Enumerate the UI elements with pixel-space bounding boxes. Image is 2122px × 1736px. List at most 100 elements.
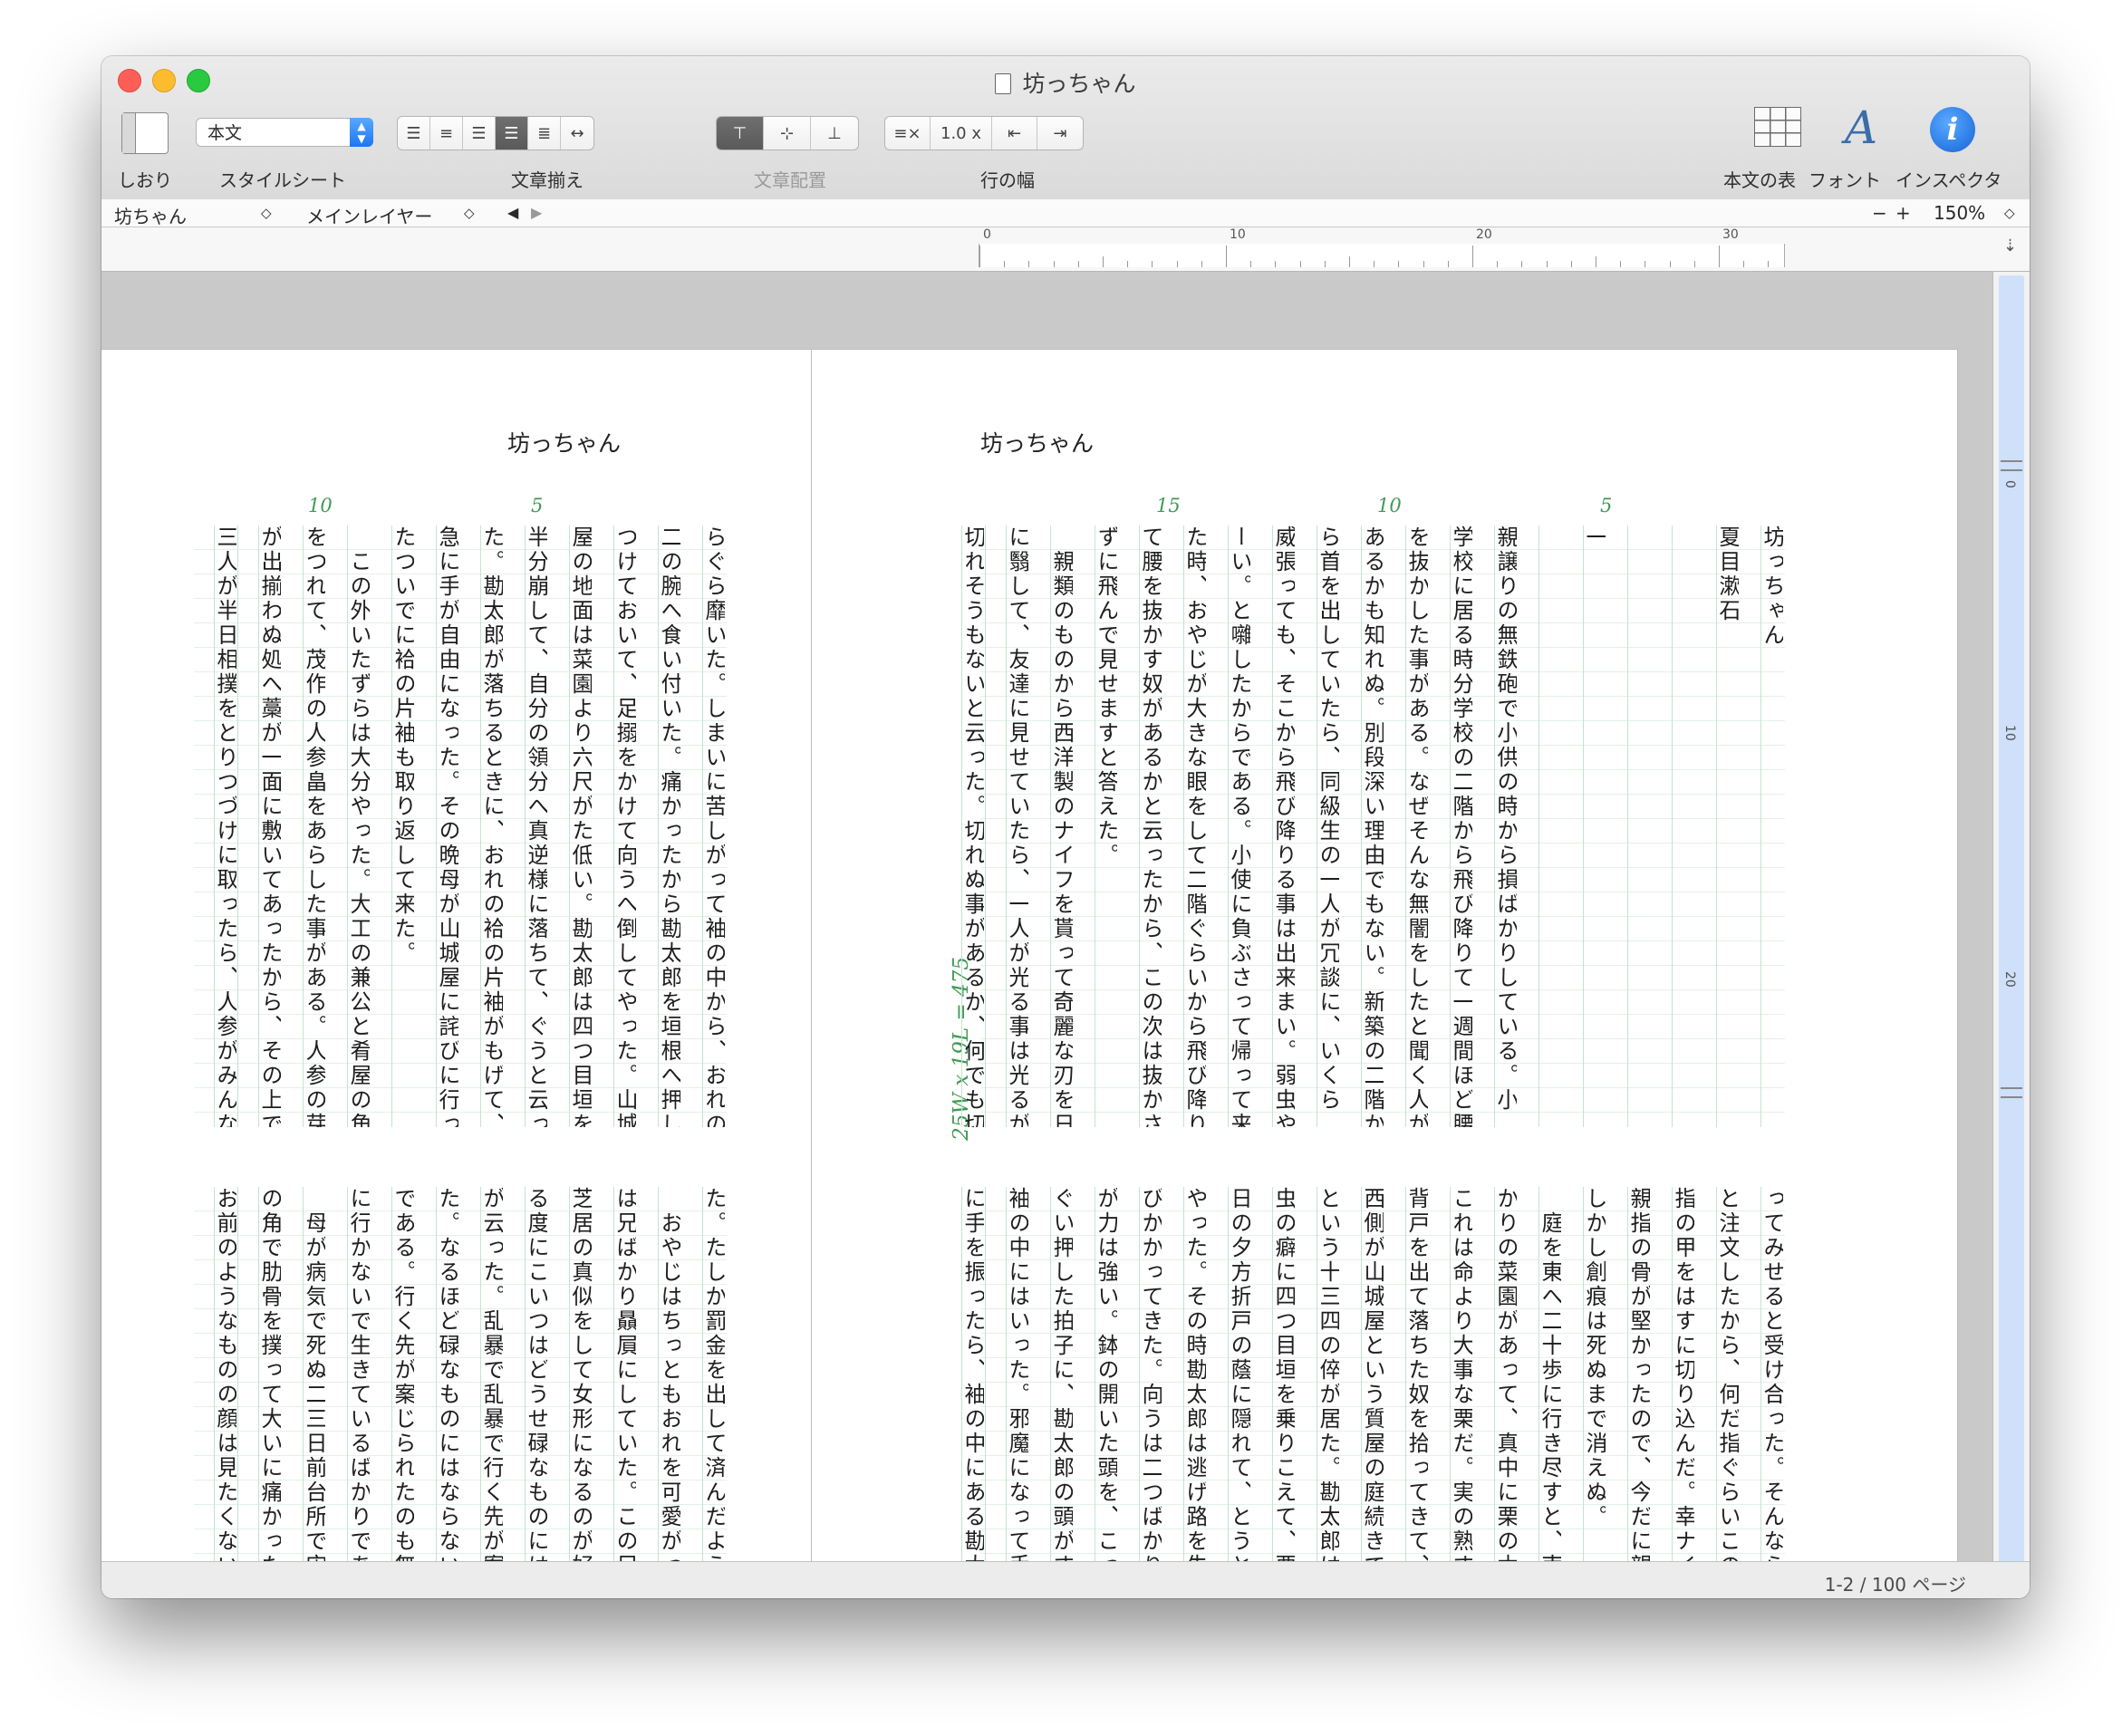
text-block-bottom[interactable]: た。たしか罰金を出して済んだようであ おやじはちっともおれを可愛がってく は兄ばか… xyxy=(194,1187,727,1598)
app-window: 坊っちゃん しおり 本文 ▲ ▼ スタイルシート ☰ ≡ ☰ ☰ ≣ ↔ 文章揃え… xyxy=(101,56,2030,1598)
zoom-level[interactable]: 150% xyxy=(1934,202,1985,224)
text-column: 親類のものから西洋製のナイフを貰って奇麗な刃を日 xyxy=(1050,526,1075,1127)
text-column: 威張っても、そこから飛び降りる事は出来まい。弱虫や xyxy=(1272,526,1297,1127)
document-selector[interactable]: 坊ちゃん xyxy=(114,202,187,228)
text-column: 切れそうもないと云った。切れぬ事があるか、何でも切 xyxy=(961,526,986,1127)
align-distribute-icon[interactable]: ↔ xyxy=(561,117,593,149)
column-text: 切れそうもないと云った。切れぬ事があるか、何でも切 xyxy=(962,526,984,1127)
align-justify-icon[interactable]: ☰ xyxy=(496,117,528,149)
text-block-bottom[interactable]: ってみせると受け合った。そんなら君の と注文したから、何だ指ぐらいこの通り 指の甲を… xyxy=(961,1187,1785,1598)
prev-page-icon[interactable]: ◀ xyxy=(507,204,518,221)
text-column: 坊っちゃん xyxy=(1760,526,1785,1127)
ruler-tick xyxy=(1324,261,1326,267)
column-text: に翳して、友達に見せていたら、一人が光る事は光るが xyxy=(1007,526,1028,1127)
text-column: に翳して、友達に見せていたら、一人が光る事は光るが xyxy=(1006,526,1030,1127)
line-width-control[interactable]: ≡× 1.0 x ⇤ ⇥ xyxy=(884,116,1084,150)
line-spacing-value[interactable]: 1.0 x xyxy=(931,117,992,149)
text-column: が云った。乱暴で乱暴で行く先が案じら xyxy=(480,1187,505,1598)
text-column: あるかも知れぬ。別段深い理由でもない。新築の二階か xyxy=(1361,526,1385,1127)
line-indent-icon[interactable]: ⇤ xyxy=(992,117,1037,149)
text-column xyxy=(1672,526,1696,1127)
column-text: た時、おやじが大きな眼をして二階ぐらいから飛び降り xyxy=(1184,526,1206,1127)
info-icon: i xyxy=(1930,107,1975,152)
text-block-top[interactable]: 坊っちゃん 夏目漱石 一 親譲りの無鉄砲で小供の時から損ばかりしている。小 学校に居る時… xyxy=(961,526,1785,1127)
column-text: をつれて、茂作の人参畠をあらした事がある。人参の芽 xyxy=(304,526,325,1127)
ruler-tick xyxy=(979,246,980,267)
ruler-tick xyxy=(1719,246,1720,267)
column-text: である。行く先が案じられたのも無理は xyxy=(392,1187,414,1598)
column-text: かりの菜園があって、真中に栗の木が xyxy=(1495,1187,1517,1598)
text-column: 急に手が自由になった。その晩母が山城屋に詫びに行っ xyxy=(436,526,460,1127)
column-text: 指の甲をはすに切り込んだ。幸ナイフが xyxy=(1673,1187,1694,1598)
ruler-tick xyxy=(1201,261,1202,267)
column-text: 坊っちゃん xyxy=(1761,526,1783,648)
text-column: をつれて、茂作の人参畠をあらした事がある。人参の芽 xyxy=(303,526,327,1127)
column-text: たついでに袷の片袖も取り返して来た。 xyxy=(392,526,414,966)
ruler-tick xyxy=(1398,261,1400,267)
layer-chevron-icon[interactable]: ◇ xyxy=(464,205,475,221)
column-text: 夏目漱石 xyxy=(1717,526,1739,623)
column-text: 日の夕方折戸の蔭に隠れて、とうとう勘 xyxy=(1229,1187,1250,1598)
text-column: 指の甲をはすに切り込んだ。幸ナイフが xyxy=(1672,1187,1696,1598)
text-column: が出揃わぬ処へ藁が一面に敷いてあったから、その上で xyxy=(258,526,283,1127)
line-width-label: 行の幅 xyxy=(980,169,1035,191)
chevron-updown-icon: ▲ ▼ xyxy=(350,118,373,147)
text-column xyxy=(1538,526,1563,1127)
text-column: という十三四の倅が居た。勘太郎は無論 xyxy=(1317,1187,1341,1598)
document-canvas: 坊っちゃん 10 5 らぐら靡いた。しまいに苦しがって袖の中から、おれの 二の腕へ… xyxy=(101,272,1993,1598)
ruler-tick xyxy=(1299,261,1301,267)
layer-selector[interactable]: メインレイヤー xyxy=(306,202,432,228)
column-text: が出揃わぬ処へ藁が一面に敷いてあったから、その上で xyxy=(259,526,281,1127)
stylesheet-select[interactable]: 本文 ▲ ▼ xyxy=(196,118,373,147)
column-text: の角で肋骨を撲って大いに痛かった。母 xyxy=(259,1187,281,1598)
zoom-out-button[interactable]: − xyxy=(1872,202,1887,224)
inspector-button[interactable]: i xyxy=(1930,107,1975,152)
margin-marker[interactable] xyxy=(2001,460,2022,471)
tab-stop-icon[interactable]: ⇣ xyxy=(2003,236,2017,256)
ruler-tick xyxy=(1669,261,1671,267)
column-text: これは命より大事な栗だ。実の熟する時 xyxy=(1451,1187,1472,1598)
bookmark-sidebar-button[interactable] xyxy=(121,112,169,154)
column-text: しかし創痕は死ぬまで消えぬ。 xyxy=(1584,1187,1606,1529)
text-column: である。行く先が案じられたのも無理は xyxy=(391,1187,416,1598)
zoom-in-button[interactable]: + xyxy=(1895,202,1911,224)
ruler-number: 0 xyxy=(983,227,991,242)
valign-middle-icon[interactable]: ⊹ xyxy=(764,117,811,149)
vertical-scrollbar[interactable]: 0 10 20 xyxy=(1992,272,2030,1577)
page-left: 坊っちゃん 10 5 らぐら靡いた。しまいに苦しがって袖の中から、おれの 二の腕へ… xyxy=(101,350,890,1598)
table-button[interactable] xyxy=(1754,107,1801,147)
font-label: フォント xyxy=(1809,169,1881,191)
font-button[interactable]: A xyxy=(1845,105,1877,150)
line-outdent-icon[interactable]: ⇥ xyxy=(1037,117,1083,149)
align-number-icon[interactable]: ≣ xyxy=(528,117,561,149)
margin-marker[interactable] xyxy=(2001,1087,2022,1098)
text-column: 二の腕へ食い付いた。痛かったから勘太郎を垣根へ押し xyxy=(658,526,682,1127)
text-column: 日の夕方折戸の蔭に隠れて、とうとう勘 xyxy=(1228,1187,1252,1598)
text-block-top[interactable]: らぐら靡いた。しまいに苦しがって袖の中から、おれの 二の腕へ食い付いた。痛かったか… xyxy=(194,526,727,1127)
column-text: らぐら靡いた。しまいに苦しがって袖の中から、おれの xyxy=(703,526,725,1127)
column-text: 屋の地面は菜園より六尺がた低い。勘太郎は四つ目垣を xyxy=(570,526,592,1127)
valign-bottom-icon[interactable]: ⊥ xyxy=(811,117,858,149)
document-chevron-icon[interactable]: ◇ xyxy=(261,205,272,221)
column-text: が云った。乱暴で乱暴で行く先が案じら xyxy=(481,1187,503,1598)
zoom-chevron-icon[interactable]: ◇ xyxy=(2004,205,2015,221)
justify-segmented-control[interactable]: ☰ ≡ ☰ ☰ ≣ ↔ xyxy=(397,116,594,150)
align-center-icon[interactable]: ≡ xyxy=(430,117,463,149)
align-left-icon[interactable]: ☰ xyxy=(398,117,430,149)
placement-segmented-control[interactable]: ⊤ ⊹ ⊥ xyxy=(716,116,859,150)
ruler-number: 30 xyxy=(1722,227,1739,242)
table-icon xyxy=(1754,107,1801,147)
ruler-number: 20 xyxy=(1476,227,1492,242)
valign-top-icon[interactable]: ⊤ xyxy=(717,117,764,149)
ruler-tick xyxy=(1768,261,1770,267)
text-column: の角で肋骨を撲って大いに痛かった。母 xyxy=(258,1187,283,1598)
clear-spacing-icon[interactable]: ≡× xyxy=(885,117,931,149)
next-page-icon[interactable]: ▶ xyxy=(531,204,542,221)
align-right-icon[interactable]: ☰ xyxy=(463,117,496,149)
ruler-scale: 0 10 20 30 xyxy=(979,227,1785,267)
ruler-tick xyxy=(1103,256,1104,267)
column-text: という十三四の倅が居た。勘太郎は無論 xyxy=(1317,1187,1339,1598)
column-text: た。たしか罰金を出して済んだようであ xyxy=(703,1187,725,1598)
text-column: 母が病気で死ぬ二三日前台所で宙返り xyxy=(303,1187,327,1598)
text-column: しかし創痕は死ぬまで消えぬ。 xyxy=(1583,1187,1607,1598)
